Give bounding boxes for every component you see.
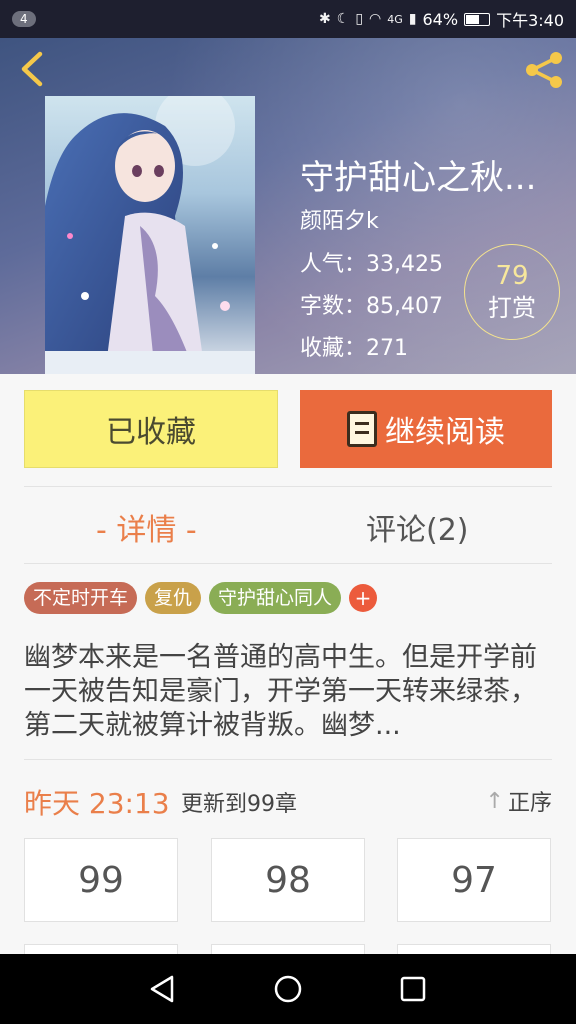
- reward-label: 打赏: [488, 294, 536, 322]
- reward-button[interactable]: 79 打赏: [464, 244, 560, 340]
- book-icon: [347, 411, 377, 447]
- book-author[interactable]: 颜陌夕k: [300, 203, 379, 235]
- book-header: 守护甜心之秋... 颜陌夕k 人气：33,425 字数：85,407 收藏：27…: [0, 38, 576, 374]
- popularity-stat: 人气：33,425: [300, 252, 443, 277]
- book-detail-screen: 4 ✱ ☾ ▯ ◠ 4G ▮ 64% 下午3:40 守护甜心之秋... 颜陌夕k…: [0, 0, 576, 1024]
- add-tag-button[interactable]: +: [349, 584, 378, 612]
- signal-icon: ▮: [408, 11, 417, 27]
- word-count-stat: 字数：85,407: [300, 294, 443, 319]
- collected-label: 已收藏: [106, 415, 196, 450]
- back-icon[interactable]: [16, 50, 50, 88]
- battery-percent: 64%: [422, 9, 459, 29]
- tag-list: 不定时开车 复仇 守护甜心同人 +: [24, 582, 378, 614]
- reward-count: 79: [495, 261, 529, 291]
- tag-item[interactable]: 复仇: [145, 582, 202, 614]
- vibrate-icon: ▯: [355, 11, 364, 27]
- chapter-button[interactable]: 97: [397, 838, 551, 922]
- book-cover[interactable]: [45, 96, 255, 374]
- share-icon[interactable]: [522, 50, 566, 90]
- divider: [24, 759, 552, 760]
- nav-back-icon[interactable]: [148, 974, 178, 1004]
- update-time: 昨天 23:13: [24, 787, 170, 820]
- divider: [24, 486, 552, 487]
- tag-item[interactable]: 守护甜心同人: [209, 582, 342, 614]
- status-icons: ✱ ☾ ▯ ◠ 4G ▮ 64% 下午3:40: [319, 7, 564, 31]
- nav-recents-icon[interactable]: [398, 974, 428, 1004]
- bluetooth-icon: ✱: [319, 11, 331, 27]
- collected-button[interactable]: 已收藏: [24, 390, 278, 468]
- divider: [24, 563, 552, 564]
- status-bar: 4 ✱ ☾ ▯ ◠ 4G ▮ 64% 下午3:40: [0, 0, 576, 38]
- moon-icon: ☾: [336, 11, 350, 27]
- network-label: 4G: [387, 12, 403, 26]
- notification-badge: 4: [12, 11, 36, 27]
- update-text: 更新到99章: [181, 792, 297, 817]
- book-description[interactable]: 幽梦本来是一名普通的高中生。但是开学前一天被告知是豪门，开学第一天转来绿茶，第二…: [24, 641, 552, 743]
- nav-home-icon[interactable]: [273, 974, 303, 1004]
- tag-item[interactable]: 不定时开车: [24, 582, 138, 614]
- wifi-icon: ◠: [369, 11, 382, 27]
- chapter-button[interactable]: 98: [211, 838, 365, 922]
- sort-order-toggle[interactable]: ↑ 正序: [486, 785, 552, 817]
- system-nav-bar: [0, 954, 576, 1024]
- tab-comments[interactable]: 评论(2): [366, 505, 469, 549]
- sort-order-label: 正序: [507, 791, 552, 816]
- chapter-button[interactable]: 99: [24, 838, 178, 922]
- continue-reading-button[interactable]: 继续阅读: [300, 390, 552, 468]
- continue-reading-label: 继续阅读: [385, 415, 505, 450]
- tab-details[interactable]: - 详情 -: [96, 505, 197, 549]
- cover-illustration: [45, 96, 255, 374]
- book-title: 守护甜心之秋...: [300, 158, 537, 198]
- clock: 下午3:40: [496, 11, 564, 30]
- battery-icon: [464, 12, 491, 26]
- sort-arrow-icon: ↑: [485, 788, 504, 814]
- favorites-stat: 收藏：271: [300, 336, 408, 361]
